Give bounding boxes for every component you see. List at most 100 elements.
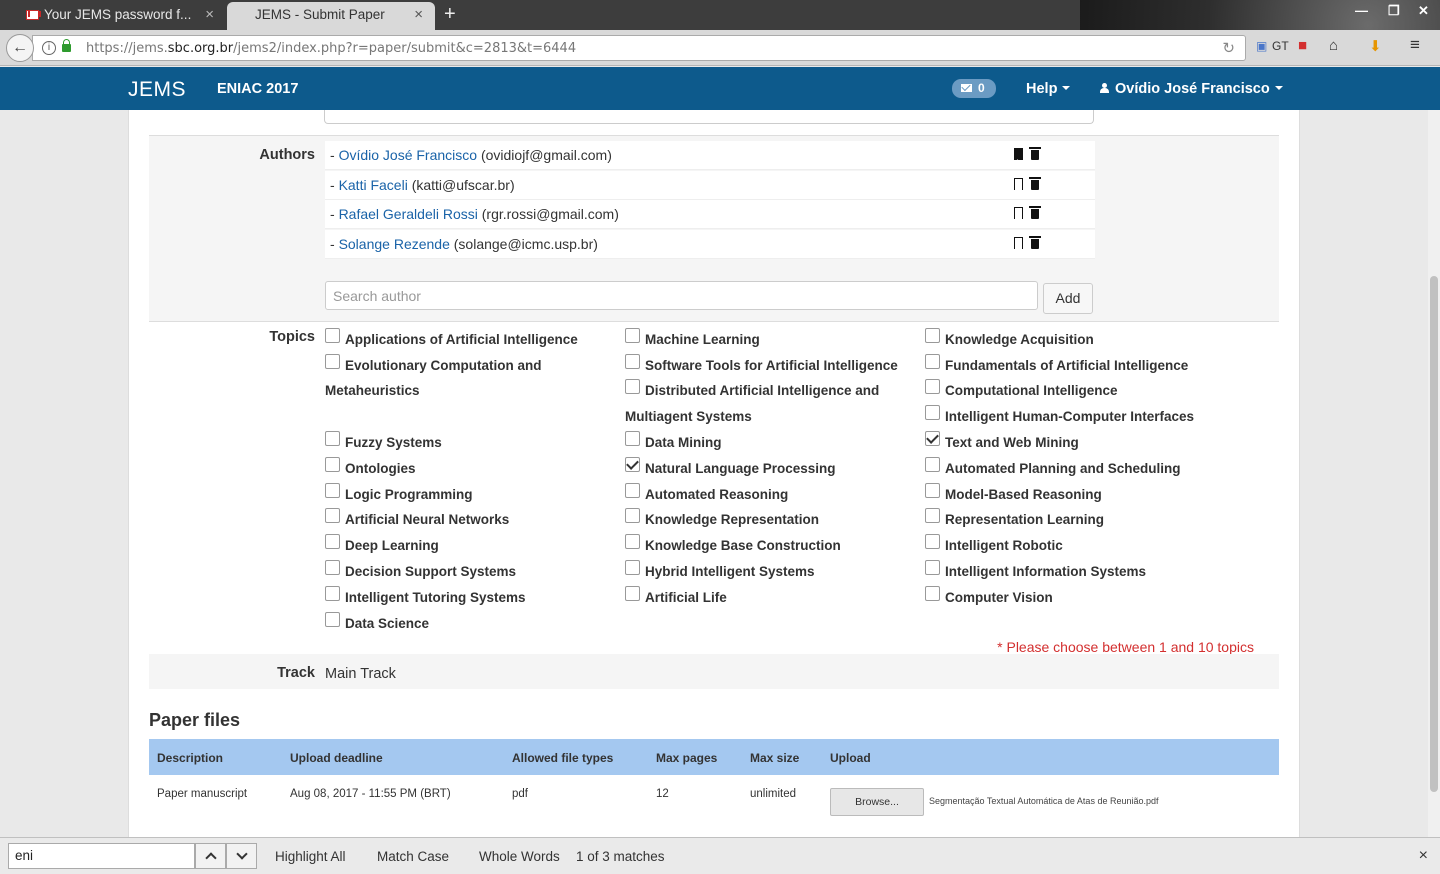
trash-icon[interactable] [1029, 177, 1041, 190]
topic-checkbox[interactable]: Ontologies [325, 456, 416, 482]
checkbox[interactable] [925, 508, 940, 523]
topic-checkbox[interactable]: Representation Learning [925, 507, 1104, 533]
checkbox[interactable] [625, 560, 640, 575]
scrollbar-thumb[interactable] [1430, 276, 1438, 792]
topic-checkbox[interactable]: Automated Planning and Scheduling [925, 456, 1181, 482]
menu-icon[interactable]: ≡ [1410, 35, 1420, 55]
restore-icon[interactable]: ❐ [1388, 3, 1400, 19]
checkbox[interactable] [925, 457, 940, 472]
bookmark-icon[interactable] [1014, 237, 1023, 249]
match-case-toggle[interactable]: Match Case [377, 849, 449, 864]
find-next-button[interactable] [226, 843, 257, 869]
reload-icon[interactable]: ↻ [1222, 39, 1235, 57]
checkbox[interactable] [625, 483, 640, 498]
topic-checkbox[interactable]: Intelligent Human-Computer Interfaces [925, 404, 1194, 430]
checkbox[interactable] [325, 431, 340, 446]
checkbox[interactable] [625, 508, 640, 523]
whole-words-toggle[interactable]: Whole Words [479, 849, 560, 864]
checkbox[interactable] [325, 354, 340, 369]
highlight-all-toggle[interactable]: Highlight All [275, 849, 346, 864]
topic-checkbox[interactable]: Hybrid Intelligent Systems [625, 559, 815, 585]
author-name-link[interactable]: Katti Faceli [339, 177, 408, 193]
previous-field[interactable] [324, 110, 1094, 124]
topic-checkbox[interactable]: Artificial Life [625, 585, 727, 611]
checkbox-checked[interactable] [625, 457, 640, 472]
topic-checkbox[interactable]: Logic Programming [325, 482, 473, 508]
brand-logo[interactable]: JEMS [128, 78, 186, 102]
topic-checkbox[interactable]: Data Science [325, 611, 429, 637]
user-menu[interactable]: Ovídio José Francisco [1100, 81, 1283, 97]
home-icon[interactable]: ⌂ [1329, 37, 1338, 54]
topic-checkbox[interactable]: Knowledge Base Construction [625, 533, 841, 559]
topic-checkbox[interactable]: Natural Language Processing [625, 456, 836, 482]
topic-checkbox[interactable]: Data Mining [625, 430, 722, 456]
topic-checkbox[interactable]: Computational Intelligence [925, 378, 1118, 404]
author-name-link[interactable]: Rafael Geraldeli Rossi [339, 206, 478, 222]
checkbox[interactable] [625, 431, 640, 446]
checkbox[interactable] [325, 560, 340, 575]
topic-checkbox[interactable]: Decision Support Systems [325, 559, 516, 585]
close-tab-icon[interactable]: × [205, 2, 214, 28]
page-scrollbar[interactable] [1428, 110, 1440, 837]
bookmark-icon[interactable] [1014, 178, 1023, 190]
checkbox[interactable] [625, 379, 640, 394]
checkbox[interactable] [925, 560, 940, 575]
download-icon[interactable]: ⬇ [1369, 37, 1382, 55]
find-input[interactable]: eni [8, 843, 195, 869]
topic-checkbox[interactable]: Applications of Artificial Intelligence [325, 327, 578, 353]
url-text[interactable]: https://jems.sbc.org.br/jems2/index.php?… [86, 41, 576, 56]
checkbox[interactable] [925, 405, 940, 420]
translate-icon[interactable]: ▣ [1256, 39, 1267, 53]
topic-checkbox[interactable]: Distributed Artificial Intelligence and [625, 378, 879, 404]
conference-name[interactable]: ENIAC 2017 [217, 81, 298, 97]
minimize-icon[interactable]: — [1355, 3, 1368, 18]
checkbox[interactable] [625, 534, 640, 549]
add-author-button[interactable]: Add [1043, 283, 1093, 314]
topic-checkbox[interactable]: Knowledge Acquisition [925, 327, 1094, 353]
trash-icon[interactable] [1029, 236, 1041, 249]
topic-checkbox[interactable]: Fuzzy Systems [325, 430, 442, 456]
checkbox-checked[interactable] [925, 431, 940, 446]
checkbox[interactable] [325, 328, 340, 343]
find-previous-button[interactable] [195, 843, 226, 869]
checkbox[interactable] [925, 483, 940, 498]
trash-icon[interactable] [1029, 206, 1041, 219]
checkbox[interactable] [925, 379, 940, 394]
close-window-icon[interactable]: ✕ [1418, 3, 1429, 19]
trash-icon[interactable] [1029, 147, 1041, 160]
tab-jems-password[interactable]: Your JEMS password f... × [0, 2, 226, 30]
checkbox[interactable] [925, 586, 940, 601]
back-button[interactable]: ← [6, 34, 34, 62]
help-menu[interactable]: Help [1026, 81, 1071, 97]
checkbox[interactable] [625, 354, 640, 369]
search-author-input[interactable]: Search author [325, 281, 1038, 310]
url-bar[interactable]: i https://jems.sbc.org.br/jems2/index.ph… [32, 35, 1246, 61]
checkbox[interactable] [925, 534, 940, 549]
author-name-link[interactable]: Ovídio José Francisco [339, 147, 478, 163]
bookmark-icon[interactable] [1014, 207, 1023, 219]
browse-button[interactable]: Browse... [830, 788, 924, 816]
topic-checkbox[interactable]: Computer Vision [925, 585, 1053, 611]
topic-checkbox[interactable]: Automated Reasoning [625, 482, 788, 508]
checkbox[interactable] [325, 612, 340, 627]
checkbox[interactable] [625, 328, 640, 343]
author-name-link[interactable]: Solange Rezende [339, 236, 450, 252]
checkbox[interactable] [325, 586, 340, 601]
topic-checkbox[interactable]: Intelligent Information Systems [925, 559, 1146, 585]
checkbox[interactable] [925, 354, 940, 369]
topic-checkbox[interactable]: Evolutionary Computation and [325, 353, 542, 379]
topic-checkbox[interactable]: Knowledge Representation [625, 507, 819, 533]
new-tab-button[interactable]: + [444, 2, 456, 26]
contact-bookmark-icon[interactable] [1014, 148, 1023, 160]
topic-checkbox[interactable]: Intelligent Tutoring Systems [325, 585, 526, 611]
topic-checkbox[interactable]: Intelligent Robotic [925, 533, 1063, 559]
messages-badge[interactable]: 0 [952, 79, 996, 98]
topic-checkbox[interactable]: Text and Web Mining [925, 430, 1079, 456]
checkbox[interactable] [325, 483, 340, 498]
topic-checkbox[interactable]: Fundamentals of Artificial Intelligence [925, 353, 1188, 379]
checkbox[interactable] [925, 328, 940, 343]
topic-checkbox[interactable]: Machine Learning [625, 327, 760, 353]
checkbox[interactable] [325, 457, 340, 472]
checkbox[interactable] [325, 534, 340, 549]
extension-icon[interactable]: ■ [1298, 37, 1307, 54]
